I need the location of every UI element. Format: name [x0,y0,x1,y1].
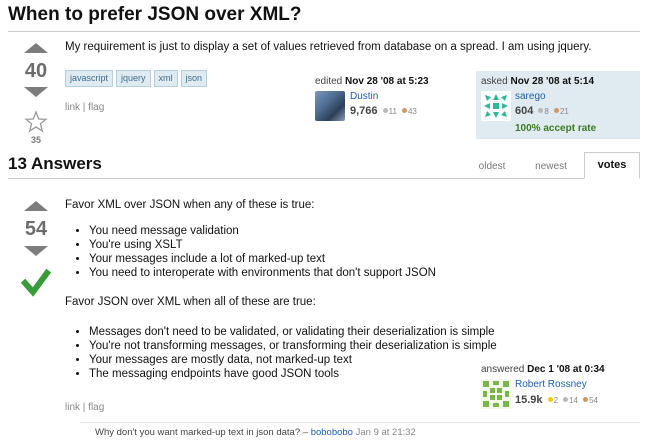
robert-rossney-user-link[interactable]: Robert Rossney [515,379,587,390]
dustin-reputation: 9,766 11 43 [350,105,417,117]
answer-upvote-icon[interactable] [24,201,48,211]
tag-xml[interactable]: xml [153,70,178,87]
tag-javascript[interactable]: javascript [65,70,114,87]
comment-text: Why don't you want marked-up text in jso… [95,427,309,438]
robert-rossney-avatar[interactable] [481,379,511,409]
answer-vote-count: 54 [24,218,48,240]
silver-badge-icon [382,108,388,114]
bronze-badge-icon [553,108,559,114]
title-divider [8,31,640,32]
accepted-check-icon [20,268,52,298]
robert-bronze-count: 54 [589,396,598,405]
edited-word: edited [315,76,343,87]
question-flag[interactable]: flag [88,102,104,113]
question-tags: javascript jquery xml json [65,68,210,87]
list-item: You need message validation [89,224,625,238]
dustin-silver-count: 11 [388,107,397,116]
dustin-bronze-count: 43 [407,107,417,116]
answered-label: answered Dec 1 '08 at 0:34 [481,364,605,375]
xml-reasons-list: You need message validation You're using… [65,224,625,280]
answered-word: answered [481,364,525,375]
asked-word: asked [481,76,508,87]
list-item: Your messages include a lot of marked-up… [89,252,625,266]
gold-badge-icon [547,397,553,403]
comment-date: Jan 9 at 21:32 [355,427,416,438]
answer-intro-xml: Favor XML over JSON when any of these is… [65,199,315,211]
sarego-user-link[interactable]: sarego [515,91,546,102]
tab-oldest[interactable]: oldest [470,160,514,178]
question-downvote-icon[interactable] [24,87,48,97]
answer-flag[interactable]: flag [88,402,104,413]
question-actions: link | flag [65,102,105,113]
bronze-badge-icon [583,397,589,403]
sarego-rep-score: 604 [515,105,534,117]
answer-link[interactable]: link [65,402,80,413]
answers-divider [8,178,640,179]
answer-actions: link | flag [65,402,105,413]
asked-date: Nov 28 '08 at 5:14 [510,76,595,87]
asked-label: asked Nov 28 '08 at 5:14 [481,76,594,87]
silver-badge-icon [538,108,544,114]
sarego-avatar[interactable] [481,91,511,121]
question-vote-count: 40 [24,60,48,82]
tag-json[interactable]: json [180,70,208,87]
sarego-bronze-count: 21 [559,107,569,116]
robert-rossney-reputation: 15.9k 2 14 54 [515,394,598,406]
answers-count-heading: 13 Answers [8,154,102,173]
answer-intro-json: Favor JSON over XML when all of these ar… [65,296,316,308]
comment-divider [80,422,640,423]
answered-date: Dec 1 '08 at 0:34 [527,364,605,375]
robert-rep-score: 15.9k [515,394,543,406]
comment: Why don't you want marked-up text in jso… [95,427,416,438]
robert-gold-count: 2 [553,396,559,405]
sarego-reputation: 604 8 21 [515,105,569,117]
tag-jquery[interactable]: jquery [116,70,151,87]
tab-newest[interactable]: newest [526,160,576,178]
accept-rate: 100% accept rate [515,123,597,134]
comment-author-link[interactable]: bobobobo [311,427,353,438]
silver-badge-icon [563,397,569,403]
edited-label: edited Nov 28 '08 at 5:23 [315,76,429,87]
question-link[interactable]: link [65,102,80,113]
edited-date: Nov 28 '08 at 5:23 [345,76,429,87]
tab-votes[interactable]: votes [584,152,640,179]
bronze-badge-icon [401,108,407,114]
dustin-rep-score: 9,766 [350,105,378,117]
list-item: You need to interoperate with environmen… [89,266,625,280]
question-title[interactable]: When to prefer JSON over XML? [8,4,301,26]
question-body: My requirement is just to display a set … [65,41,592,53]
list-item: You're not transforming messages, or tra… [89,339,625,353]
robert-silver-count: 14 [569,396,579,405]
answer-downvote-icon[interactable] [24,246,48,256]
list-item: Messages don't need to be validated, or … [89,325,625,339]
question-upvote-icon[interactable] [24,43,48,53]
dustin-avatar[interactable] [315,91,345,121]
favorite-star-icon[interactable] [24,110,48,134]
sarego-silver-count: 8 [544,107,549,116]
dustin-user-link[interactable]: Dustin [350,91,378,102]
list-item: You're using XSLT [89,238,625,252]
favorite-count: 35 [30,135,41,145]
